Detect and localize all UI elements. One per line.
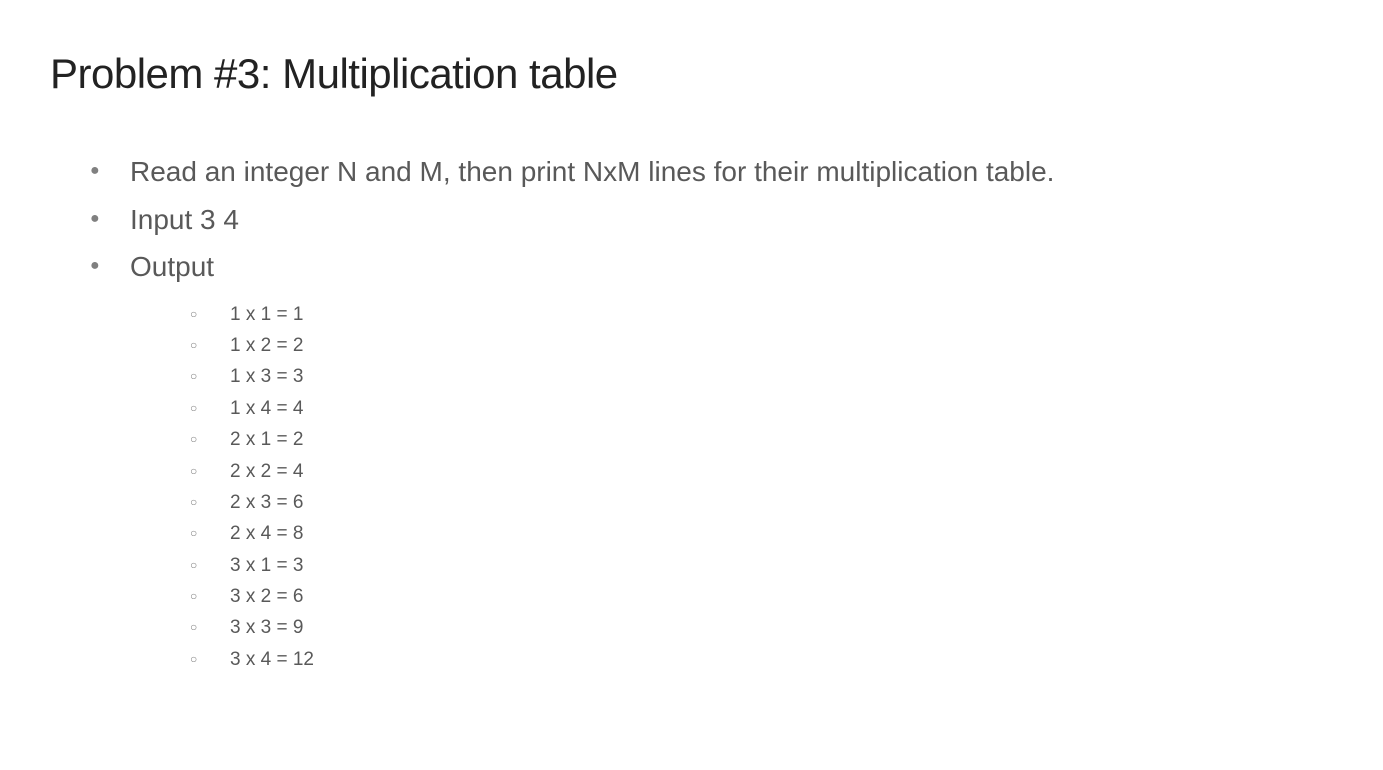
list-item: 2 x 1 = 2 xyxy=(200,424,1333,455)
list-item: 2 x 2 = 4 xyxy=(200,456,1333,487)
list-item: 3 x 3 = 9 xyxy=(200,612,1333,643)
list-item: 3 x 1 = 3 xyxy=(200,550,1333,581)
bullet-output: Output 1 x 1 = 1 1 x 2 = 2 1 x 3 = 3 1 x… xyxy=(100,243,1333,675)
list-item: 1 x 1 = 1 xyxy=(200,299,1333,330)
list-item: 1 x 3 = 3 xyxy=(200,361,1333,392)
bullet-output-label: Output xyxy=(130,251,214,282)
list-item: 1 x 4 = 4 xyxy=(200,393,1333,424)
bullet-input: Input 3 4 xyxy=(100,196,1333,244)
list-item: 2 x 4 = 8 xyxy=(200,518,1333,549)
output-sublist: 1 x 1 = 1 1 x 2 = 2 1 x 3 = 3 1 x 4 = 4 … xyxy=(130,299,1333,675)
list-item: 3 x 4 = 12 xyxy=(200,644,1333,675)
page-title: Problem #3: Multiplication table xyxy=(50,50,1333,98)
list-item: 2 x 3 = 6 xyxy=(200,487,1333,518)
list-item: 3 x 2 = 6 xyxy=(200,581,1333,612)
bullet-description: Read an integer N and M, then print NxM … xyxy=(100,148,1333,196)
list-item: 1 x 2 = 2 xyxy=(200,330,1333,361)
main-bullet-list: Read an integer N and M, then print NxM … xyxy=(50,148,1333,675)
